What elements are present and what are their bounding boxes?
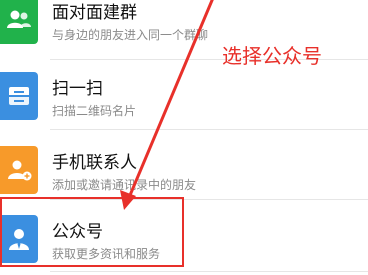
list-item-scan[interactable]: 扫一扫 扫描二维码名片	[0, 62, 368, 130]
face-to-face-group-icon	[0, 0, 38, 44]
annotation-label: 选择公众号	[222, 44, 322, 68]
item-title: 手机联系人	[52, 153, 137, 173]
add-contact-icon	[0, 146, 38, 194]
item-description: 添加或邀请通讯录中的朋友	[52, 178, 197, 192]
list-item-phone-contacts[interactable]: 手机联系人 添加或邀请通讯录中的朋友	[0, 136, 368, 204]
item-description: 与身边的朋友进入同一个群聊	[52, 28, 209, 42]
item-description: 扫描二维码名片	[52, 104, 137, 118]
divider	[50, 271, 368, 272]
item-title: 扫一扫	[52, 79, 103, 99]
divider	[50, 129, 368, 130]
highlight-box	[0, 197, 184, 267]
item-title: 面对面建群	[52, 3, 137, 23]
scan-icon	[0, 72, 38, 120]
